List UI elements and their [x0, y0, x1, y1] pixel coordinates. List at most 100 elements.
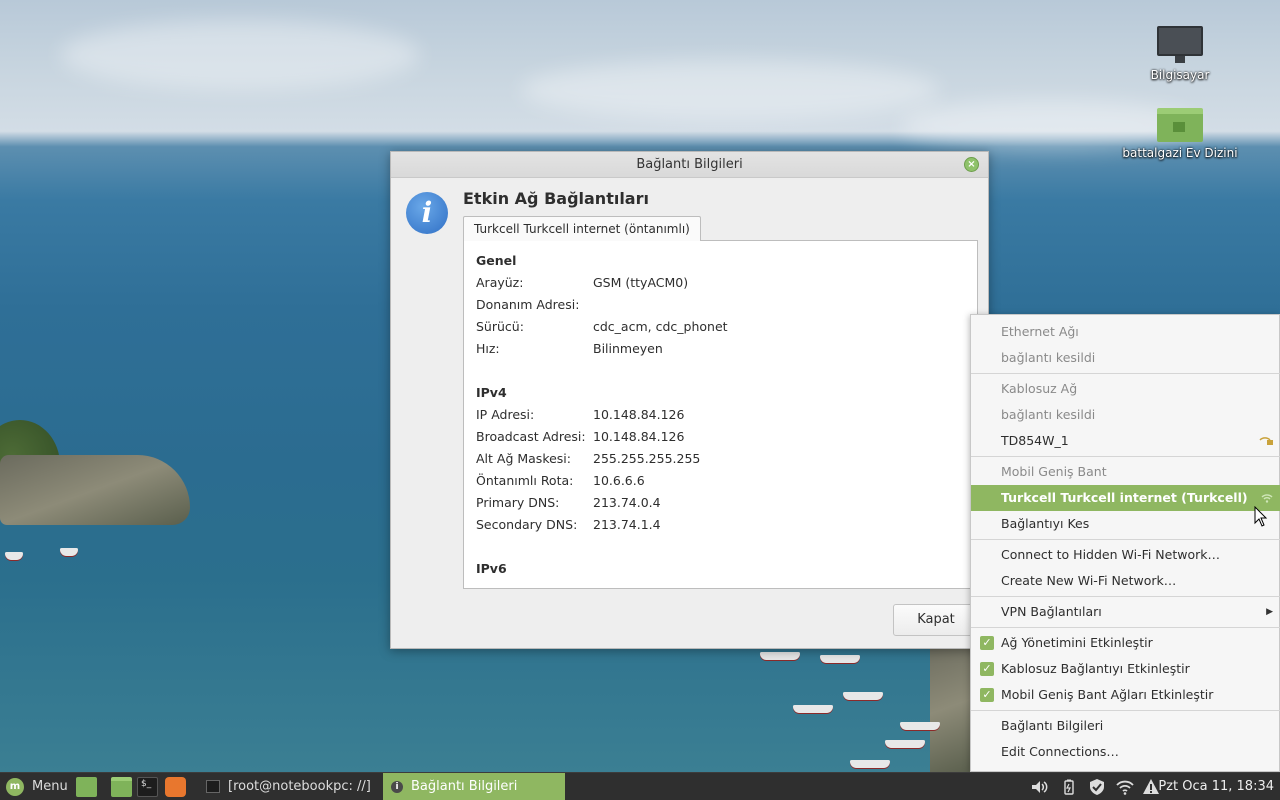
window-button-terminal[interactable]: [root@notebookpc: //]: [200, 773, 380, 800]
menu-wireless-header: Kablosuz Ağ: [1001, 381, 1078, 396]
boat: [760, 652, 800, 660]
section-title-ipv4: IPv4: [476, 385, 507, 400]
close-button[interactable]: Kapat: [893, 604, 979, 636]
menu-separator: [971, 627, 1280, 628]
mouse-cursor-icon: [1254, 506, 1268, 527]
boat: [843, 692, 883, 700]
home-folder-icon: [1157, 108, 1203, 142]
mint-logo-icon: m: [6, 778, 24, 796]
menu-connection-info[interactable]: Bağlantı Bilgileri: [971, 713, 1280, 739]
shore: [930, 640, 975, 772]
desktop-icon-computer[interactable]: Bilgisayar: [1120, 26, 1240, 82]
row-value: 213.74.0.4: [593, 495, 661, 510]
submenu-arrow-icon: ▶: [1266, 607, 1273, 617]
boat: [850, 760, 890, 768]
menu-separator: [971, 596, 1280, 597]
row-label: Sürücü:: [476, 319, 524, 334]
menu-ethernet-status: bağlantı kesildi: [1001, 350, 1096, 365]
row-label: Alt Ağ Maskesi:: [476, 451, 571, 466]
computer-icon: [1157, 26, 1203, 63]
firefox-icon[interactable]: [165, 777, 186, 797]
checkbox-checked-icon: ✓: [980, 688, 994, 702]
checkbox-checked-icon: ✓: [980, 636, 994, 650]
wifi-icon[interactable]: [1116, 778, 1134, 796]
menu-separator: [971, 373, 1280, 374]
menu-wireless-status: bağlantı kesildi: [1001, 407, 1096, 422]
dialog-titlebar[interactable]: Bağlantı Bilgileri ×: [391, 152, 988, 178]
cloud: [520, 60, 940, 120]
cloud: [60, 20, 420, 90]
row-label: Donanım Adresi:: [476, 297, 580, 312]
menu-separator: [971, 456, 1280, 457]
menu-connect-hidden[interactable]: Connect to Hidden Wi-Fi Network…: [971, 542, 1280, 568]
window-button-label: [root@notebookpc: //]: [228, 779, 371, 794]
menu-vpn[interactable]: VPN Bağlantıları ▶: [971, 599, 1280, 625]
terminal-window-icon: [206, 780, 220, 793]
update-shield-icon[interactable]: [1088, 778, 1106, 796]
menu-item-label: Mobil Geniş Bant Ağları Etkinleştir: [1001, 687, 1214, 702]
menu-separator: [971, 539, 1280, 540]
warning-icon[interactable]: [1142, 778, 1160, 796]
menu-item-label: TD854W_1: [1001, 433, 1069, 448]
taskbar: m Menu $_ [root@notebookpc: //] i Bağlan…: [0, 772, 1280, 800]
menu-ethernet-header: Ethernet Ağı: [1001, 324, 1079, 339]
pier: [0, 455, 190, 525]
info-small-icon: i: [391, 781, 403, 793]
row-label: Arayüz:: [476, 275, 524, 290]
boat: [60, 548, 78, 556]
desktop-icon-label: Bilgisayar: [1150, 68, 1210, 82]
checkbox-checked-icon: ✓: [980, 662, 994, 676]
boat: [5, 552, 23, 560]
menu-button[interactable]: m Menu: [0, 773, 72, 800]
row-value: 10.6.6.6: [593, 473, 645, 488]
info-icon: i: [406, 192, 448, 234]
menu-create-wifi[interactable]: Create New Wi-Fi Network…: [971, 568, 1280, 594]
dialog-heading: Etkin Ağ Bağlantıları: [463, 189, 649, 208]
close-icon[interactable]: ×: [964, 157, 979, 172]
menu-edit-connections[interactable]: Edit Connections…: [971, 739, 1280, 765]
section-title-ipv6: IPv6: [476, 561, 507, 576]
menu-toggle-mobile[interactable]: ✓ Mobil Geniş Bant Ağları Etkinleştir: [971, 682, 1280, 708]
menu-toggle-networking[interactable]: ✓ Ağ Yönetimini Etkinleştir: [971, 630, 1280, 656]
menu-separator: [971, 710, 1280, 711]
menu-mobile-header: Mobil Geniş Bant: [1001, 464, 1107, 479]
dialog-title: Bağlantı Bilgileri: [636, 157, 743, 172]
window-button-label: Bağlantı Bilgileri: [411, 779, 518, 794]
volume-icon[interactable]: [1030, 778, 1048, 796]
desktop-icon-label: battalgazi Ev Dizini: [1122, 146, 1238, 160]
section-title-general: Genel: [476, 253, 517, 268]
menu-label: Menu: [32, 779, 68, 794]
row-label: Öntanımlı Rota:: [476, 473, 574, 488]
menu-item-label: Kablosuz Bağlantıyı Etkinleştir: [1001, 661, 1190, 676]
battery-icon[interactable]: [1060, 778, 1078, 796]
menu-wifi-network[interactable]: TD854W_1: [971, 428, 1280, 454]
tab-panel: Genel Arayüz: GSM (ttyACM0) Donanım Adre…: [463, 240, 978, 589]
row-label: Secondary DNS:: [476, 517, 578, 532]
connection-info-dialog: Bağlantı Bilgileri × i Etkin Ağ Bağlantı…: [390, 151, 989, 649]
clock[interactable]: Pzt Oca 11, 18:34: [1158, 773, 1274, 800]
row-value: 10.148.84.126: [593, 429, 685, 444]
menu-item-label: Ağ Yönetimini Etkinleştir: [1001, 635, 1153, 650]
menu-disconnect[interactable]: Bağlantıyı Kes: [971, 511, 1280, 537]
menu-item-label: VPN Bağlantıları: [1001, 604, 1102, 619]
row-label: Primary DNS:: [476, 495, 560, 510]
network-menu: Ethernet Ağı bağlantı kesildi Kablosuz A…: [970, 314, 1280, 772]
tab-connection[interactable]: Turkcell Turkcell internet (öntanımlı): [463, 216, 701, 241]
desktop-icon-home[interactable]: battalgazi Ev Dizini: [1120, 108, 1240, 160]
row-value: 10.148.84.126: [593, 407, 685, 422]
row-label: Broadcast Adresi:: [476, 429, 586, 444]
file-manager-icon[interactable]: [111, 777, 132, 797]
row-value: 255.255.255.255: [593, 451, 701, 466]
menu-item-label: Turkcell Turkcell internet (Turkcell): [1001, 490, 1248, 505]
window-button-connection-info[interactable]: i Bağlantı Bilgileri: [383, 773, 565, 800]
terminal-icon[interactable]: $_: [137, 777, 158, 797]
signal-icon: [1261, 494, 1273, 503]
boat: [900, 722, 940, 730]
boat: [820, 655, 860, 663]
boat: [885, 740, 925, 748]
menu-mobile-connection[interactable]: Turkcell Turkcell internet (Turkcell): [971, 485, 1280, 511]
row-label: Hız:: [476, 341, 500, 356]
show-desktop-icon[interactable]: [76, 777, 97, 797]
row-value: 213.74.1.4: [593, 517, 661, 532]
menu-toggle-wireless[interactable]: ✓ Kablosuz Bağlantıyı Etkinleştir: [971, 656, 1280, 682]
